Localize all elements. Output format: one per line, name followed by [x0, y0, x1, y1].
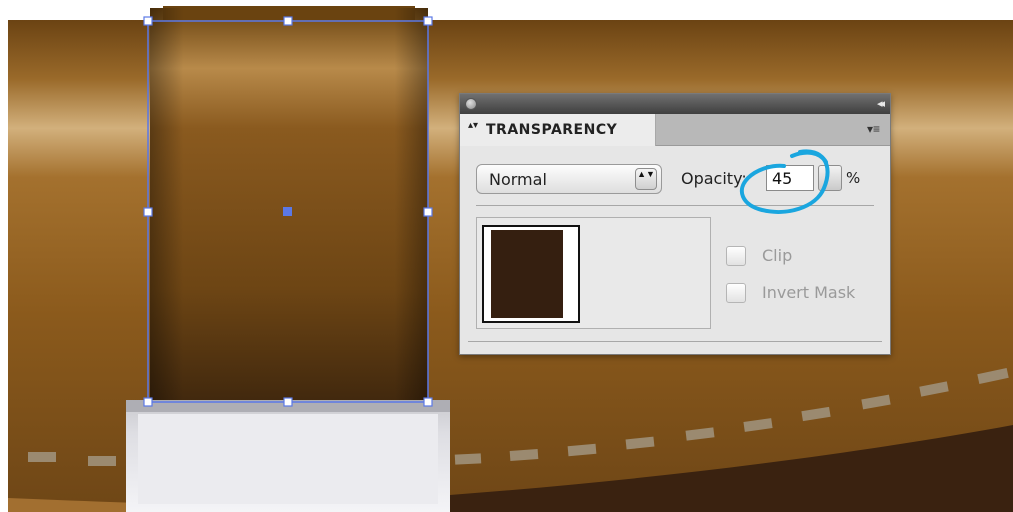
resize-handle-middle-right[interactable]	[423, 207, 433, 217]
resize-handle-bottom-center[interactable]	[283, 397, 293, 407]
panel-bottom-divider	[468, 341, 882, 342]
tab-transparency[interactable]: ▴▾ TRANSPARENCY	[460, 114, 656, 146]
invert-mask-checkbox[interactable]	[726, 283, 746, 303]
panel-titlebar[interactable]: ◂◂	[460, 94, 890, 114]
chevron-up-down-icon[interactable]: ▲▼	[635, 168, 657, 190]
clip-checkbox[interactable]	[726, 246, 746, 266]
invert-mask-label: Invert Mask	[762, 283, 856, 302]
resize-handle-top-left[interactable]	[143, 16, 153, 26]
transparency-panel: ◂◂ ▴▾ TRANSPARENCY ▾≡ Normal ▲▼ Opacity:…	[459, 93, 891, 355]
resize-handle-top-right[interactable]	[423, 16, 433, 26]
tab-expand-icon[interactable]: ▴▾	[468, 121, 478, 131]
selection-center-point	[283, 207, 292, 216]
opacity-unit: %	[846, 169, 861, 187]
blend-mode-value: Normal	[489, 170, 547, 189]
resize-handle-bottom-left[interactable]	[143, 397, 153, 407]
blend-mode-select[interactable]: Normal ▲▼	[476, 164, 662, 194]
panel-title: TRANSPARENCY	[486, 122, 618, 138]
resize-handle-top-center[interactable]	[283, 16, 293, 26]
annotation-circle	[739, 149, 830, 214]
close-icon[interactable]	[465, 98, 477, 110]
thumbnail-fill	[491, 230, 563, 318]
collapse-icon[interactable]: ◂◂	[877, 97, 885, 110]
object-thumbnail[interactable]	[482, 225, 580, 323]
panel-menu-icon[interactable]: ▾≡	[867, 122, 880, 136]
resize-handle-bottom-right[interactable]	[423, 397, 433, 407]
buckle-bar-face	[138, 414, 438, 504]
resize-handle-middle-left[interactable]	[143, 207, 153, 217]
clip-label: Clip	[762, 246, 793, 265]
